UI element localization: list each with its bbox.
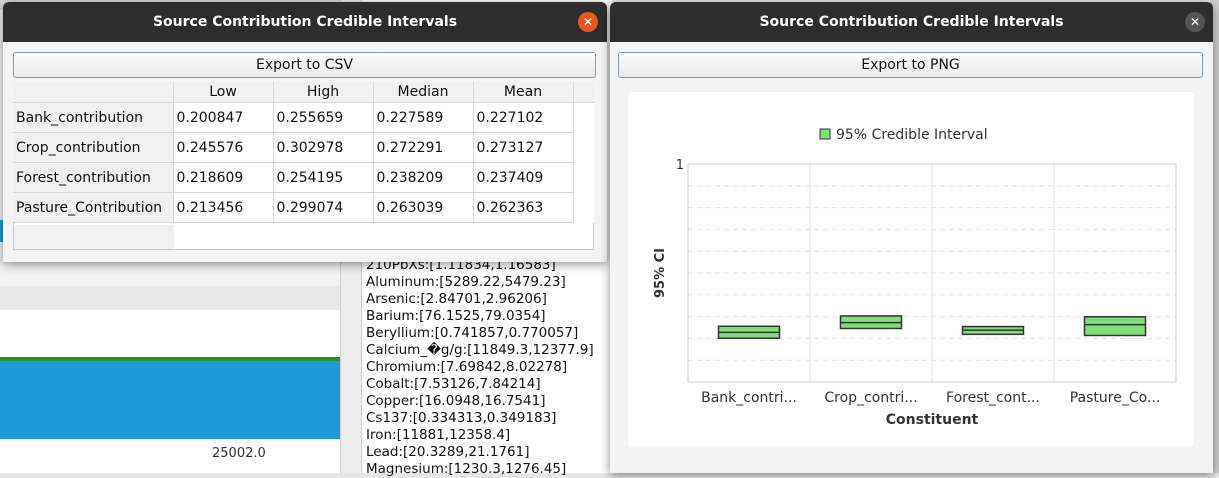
list-item[interactable]: Magnesium:[1230.3,1276.45] xyxy=(366,461,594,478)
window-title: Source Contribution Credible Intervals xyxy=(610,2,1213,42)
list-item[interactable]: Calcium_�g/g:[11849.3,12377.9] xyxy=(366,342,594,359)
table-cell[interactable]: 0.302978 xyxy=(273,132,374,163)
legend-label: 95% Credible Interval xyxy=(836,127,988,143)
table-row[interactable]: Forest_contribution 0.218609 0.254195 0.… xyxy=(13,162,594,193)
x-axis-label: Constituent xyxy=(886,412,979,428)
table-cell[interactable]: 0.238209 xyxy=(373,162,474,193)
credible-intervals-table-window: Source Contribution Credible Intervals ✕… xyxy=(3,2,607,262)
column-header-filler xyxy=(573,82,594,103)
table-cell[interactable]: 0.245576 xyxy=(173,132,274,163)
export-png-button[interactable]: Export to PNG xyxy=(618,52,1203,78)
table-filler xyxy=(573,132,594,163)
table-row[interactable]: Crop_contribution 0.245576 0.302978 0.27… xyxy=(13,132,594,163)
y-tick-label: 1 xyxy=(676,158,684,173)
background-blue-series xyxy=(0,361,340,439)
table-cell[interactable]: 0.200847 xyxy=(173,102,274,133)
background-x-tick: 25002.0 xyxy=(212,446,266,461)
list-item[interactable]: Cobalt:[7.53126,7.84214] xyxy=(366,376,594,393)
column-header-median[interactable]: Median xyxy=(373,82,474,103)
legend-swatch xyxy=(819,128,831,140)
list-item[interactable]: Lead:[20.3289,21.1761] xyxy=(366,444,594,461)
table-row[interactable]: Bank_contribution 0.200847 0.255659 0.22… xyxy=(13,102,594,133)
row-header[interactable]: Bank_contribution xyxy=(13,102,174,133)
interval-box[interactable] xyxy=(1083,316,1147,337)
x-tick-label: Crop_contri... xyxy=(824,390,917,406)
list-item[interactable]: Copper:[16.0948,16.7541] xyxy=(366,393,594,410)
y-axis-label: 95% CI xyxy=(653,248,668,298)
x-tick-label: Pasture_Co... xyxy=(1070,390,1161,406)
chart-panel: Bank_contri... Crop_contri... Forest_cont.… xyxy=(628,92,1194,447)
credible-intervals-chart-window: Source Contribution Credible Intervals ✕… xyxy=(610,2,1213,473)
column-header-high[interactable]: High xyxy=(273,82,374,103)
row-header[interactable]: Crop_contribution xyxy=(13,132,174,163)
table-cell[interactable]: 0.254195 xyxy=(273,162,374,193)
credible-interval-chart[interactable]: Bank_contri... Crop_contri... Forest_cont.… xyxy=(628,92,1194,447)
table-cell[interactable]: 0.263039 xyxy=(373,192,474,223)
window-title: Source Contribution Credible Intervals xyxy=(3,2,607,42)
list-item[interactable]: Iron:[11881,12358.4] xyxy=(366,427,594,444)
column-header-low[interactable]: Low xyxy=(173,82,274,103)
list-item[interactable]: Arsenic:[2.84701,2.96206] xyxy=(366,291,594,308)
close-icon[interactable]: ✕ xyxy=(1185,12,1205,32)
element-interval-list[interactable]: 210PbXs:[1.11834,1.16583] Aluminum:[5289.… xyxy=(366,257,594,478)
row-header[interactable]: Forest_contribution xyxy=(13,162,174,193)
table-cell[interactable]: 0.255659 xyxy=(273,102,374,133)
table-cell[interactable]: 0.272291 xyxy=(373,132,474,163)
export-csv-button[interactable]: Export to CSV xyxy=(13,52,596,78)
table-filler xyxy=(573,192,594,223)
close-icon[interactable]: ✕ xyxy=(578,12,598,32)
table-filler xyxy=(573,102,594,133)
credible-intervals-table[interactable]: Low High Median Mean Bank_contribution 0… xyxy=(13,82,594,223)
row-header[interactable]: Pasture_Contribution xyxy=(13,192,174,223)
table-cell[interactable]: 0.299074 xyxy=(273,192,374,223)
list-item[interactable]: Beryllium:[0.741857,0.770057] xyxy=(366,325,594,342)
list-item[interactable]: Cs137:[0.334313,0.349183] xyxy=(366,410,594,427)
table-cell[interactable]: 0.237409 xyxy=(473,162,574,193)
table-cell[interactable]: 0.273127 xyxy=(473,132,574,163)
list-item[interactable]: Aluminum:[5289.22,5479.23] xyxy=(366,274,594,291)
table-cell[interactable]: 0.218609 xyxy=(173,162,274,193)
list-item[interactable]: Chromium:[7.69842,8.02278] xyxy=(366,359,594,376)
column-header-mean[interactable]: Mean xyxy=(473,82,574,103)
table-cell[interactable]: 0.213456 xyxy=(173,192,274,223)
table-corner[interactable] xyxy=(13,82,174,103)
background-plot-header xyxy=(0,286,340,310)
table-cell[interactable]: 0.262363 xyxy=(473,192,574,223)
x-tick-label: Bank_contri... xyxy=(701,390,797,406)
table-cell[interactable]: 0.227589 xyxy=(373,102,474,133)
table-row-header-filler xyxy=(14,225,174,249)
table-row[interactable]: Pasture_Contribution 0.213456 0.299074 0… xyxy=(13,192,594,223)
table-cell[interactable]: 0.227102 xyxy=(473,102,574,133)
table-filler xyxy=(573,162,594,193)
x-tick-label: Forest_cont... xyxy=(946,390,1040,406)
list-item[interactable]: Barium:[76.1525,79.0354] xyxy=(366,308,594,325)
